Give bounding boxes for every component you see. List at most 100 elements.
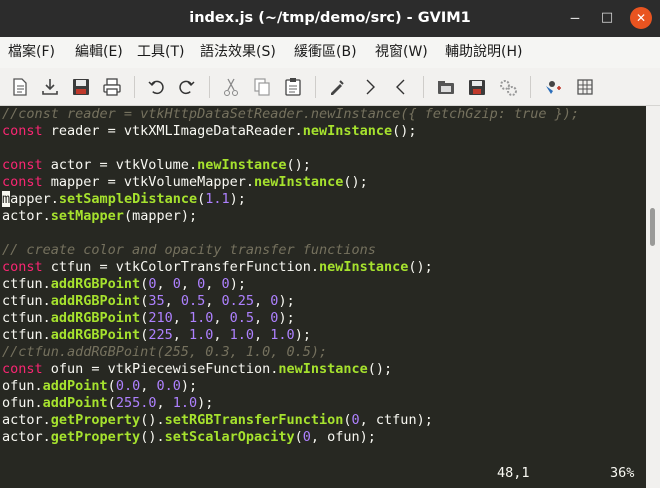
code-token: newInstance (278, 361, 368, 377)
menu-edit[interactable]: 編輯(E) (75, 37, 123, 68)
menu-bar: 檔案(F) 編輯(E) 工具(T) 語法效果(S) 緩衝區(B) 視窗(W) 輔… (0, 37, 660, 68)
undo-icon[interactable] (143, 74, 169, 100)
minimize-button[interactable]: ‒ (565, 8, 585, 28)
code-token: // create color and opacity transfer fun… (2, 242, 376, 258)
code-token: ctfun. (2, 310, 51, 326)
copy-icon[interactable] (249, 74, 275, 100)
code-token: ctfun. (2, 276, 51, 292)
code-line: //const reader = vtkHttpDataSetReader.ne… (2, 106, 579, 123)
code-token: , (140, 378, 157, 394)
code-token: 1.0 (188, 310, 214, 326)
code-token: 35 (148, 293, 165, 309)
code-token: setRGBTransferFunction (164, 412, 344, 428)
code-line: const actor = vtkVolume.newInstance(); (2, 157, 311, 174)
run-script-icon[interactable] (495, 74, 521, 100)
code-token: (); (392, 123, 417, 139)
code-token: setScalarOpacity (164, 429, 295, 445)
code-line: ctfun.addRGBPoint(210, 1.0, 0.5, 0); (2, 310, 295, 327)
redo-icon[interactable] (174, 74, 200, 100)
code-token: (). (140, 429, 165, 445)
code-line: actor.getProperty().setScalarOpacity(0, … (2, 429, 376, 446)
code-token: addRGBPoint (50, 310, 141, 326)
menu-help[interactable]: 輔助說明(H) (445, 37, 522, 68)
code-token: (); (367, 361, 393, 377)
make-icon[interactable] (540, 74, 566, 100)
code-token: ( (107, 395, 116, 411)
scrollbar-thumb[interactable] (650, 208, 655, 246)
scroll-percent: 36% (610, 465, 635, 481)
menu-window[interactable]: 視窗(W) (375, 37, 428, 68)
code-token: ); (229, 276, 246, 292)
code-token: addRGBPoint (50, 276, 141, 292)
code-token: ( (107, 378, 116, 394)
code-token: 255.0 (115, 395, 157, 411)
code-token: newInstance (302, 123, 393, 139)
code-token: ( (343, 412, 352, 428)
code-token: ); (278, 293, 295, 309)
code-token: 225 (148, 327, 173, 343)
save-all-icon[interactable] (68, 74, 94, 100)
code-token: , (172, 327, 189, 343)
code-token: , (254, 293, 271, 309)
cursor-position: 48,1 (497, 465, 530, 481)
load-session-icon[interactable] (433, 74, 459, 100)
toolbar-separator (530, 76, 531, 98)
print-icon[interactable] (99, 74, 125, 100)
code-line: actor.getProperty().setRGBTransferFuncti… (2, 412, 433, 429)
code-token: 210 (148, 310, 173, 326)
code-token: , (205, 293, 222, 309)
open-file-icon[interactable] (7, 74, 33, 100)
code-token: actor. (2, 429, 51, 445)
code-token: addPoint (42, 378, 108, 394)
code-token: actor = vtkVolume. (42, 157, 198, 173)
find-next-icon[interactable] (357, 74, 383, 100)
code-token: , (205, 276, 222, 292)
code-token: 1.1 (205, 191, 230, 207)
ctags-icon[interactable] (572, 74, 598, 100)
code-token: (); (286, 157, 311, 173)
code-token: , (254, 310, 271, 326)
save-icon[interactable] (37, 74, 63, 100)
code-token: ofun = vtkPiecewiseFunction. (42, 361, 279, 377)
code-line: const reader = vtkXMLImageDataReader.new… (2, 123, 417, 140)
menu-tools[interactable]: 工具(T) (137, 37, 184, 68)
menu-file[interactable]: 檔案(F) (8, 37, 55, 68)
menu-syntax[interactable]: 語法效果(S) (200, 37, 276, 68)
save-session-icon[interactable] (464, 74, 490, 100)
find-replace-icon[interactable] (324, 74, 350, 100)
close-button[interactable]: ✕ (630, 7, 652, 29)
code-token: , (164, 293, 181, 309)
maximize-button[interactable]: □ (597, 8, 617, 28)
toolbar (0, 68, 660, 106)
code-token: const (2, 174, 43, 190)
code-token: newInstance (318, 259, 409, 275)
code-token: 0.5 (229, 310, 255, 326)
code-token: 1.0 (188, 327, 214, 343)
find-previous-icon[interactable] (388, 74, 414, 100)
code-token: const (2, 123, 43, 139)
code-line: ofun.addPoint(0.0, 0.0); (2, 378, 197, 395)
code-token: const (2, 361, 43, 377)
code-token: ); (197, 395, 214, 411)
code-token: ); (278, 310, 295, 326)
code-token: addPoint (42, 395, 108, 411)
code-token: actor. (2, 208, 51, 224)
menu-buffers[interactable]: 緩衝區(B) (294, 37, 357, 68)
code-line: actor.setMapper(mapper); (2, 208, 197, 225)
code-token: , (156, 276, 173, 292)
window-title: index.js (~/tmp/demo/src) - GVIM1 (189, 10, 471, 26)
paste-icon[interactable] (280, 74, 306, 100)
code-token: , (213, 310, 230, 326)
code-line: // create color and opacity transfer fun… (2, 242, 376, 259)
toolbar-separator (134, 76, 135, 98)
code-token: , ofun); (310, 429, 376, 445)
code-token: newInstance (197, 157, 287, 173)
code-editor[interactable]: //const reader = vtkHttpDataSetReader.ne… (0, 106, 646, 488)
code-token: 0.0 (156, 378, 181, 394)
vertical-scrollbar[interactable] (646, 106, 660, 488)
code-token: 0.0 (115, 378, 141, 394)
cut-icon[interactable] (218, 74, 244, 100)
code-token: addRGBPoint (50, 293, 141, 309)
toolbar-separator (423, 76, 424, 98)
code-token: 0 (172, 276, 181, 292)
